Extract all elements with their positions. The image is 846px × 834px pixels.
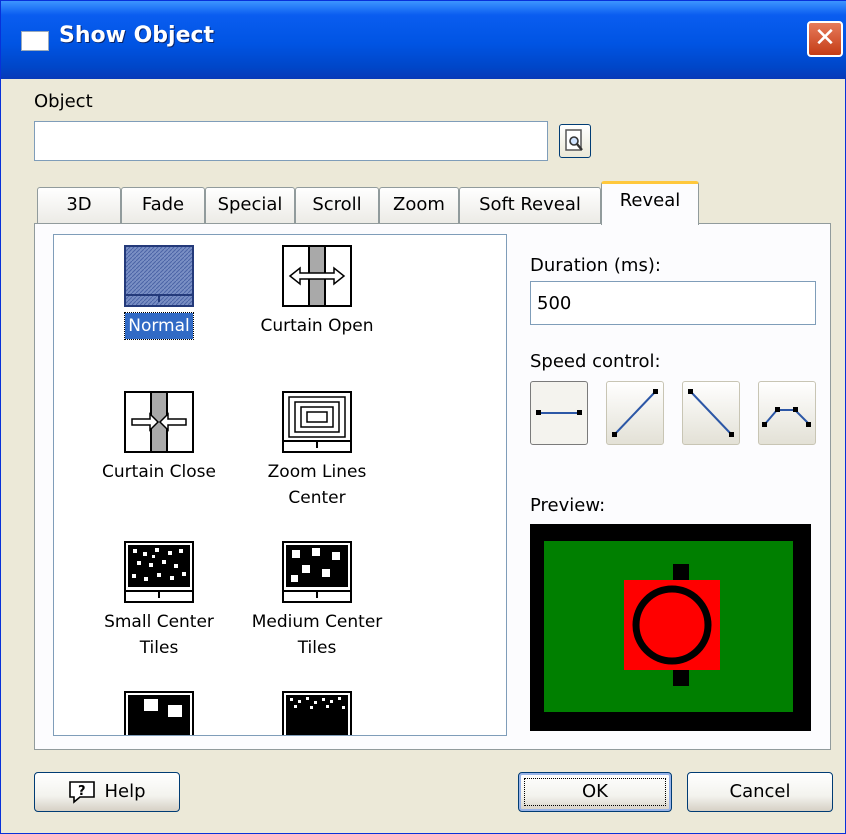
speed-decelerate-button[interactable] (682, 381, 740, 445)
large-tiles-icon (124, 691, 194, 735)
zoom-lines-center-icon (282, 391, 352, 453)
cancel-button-label: Cancel (729, 781, 791, 802)
help-button-label: Help (104, 781, 146, 802)
tab-label: Zoom (393, 194, 445, 215)
object-input[interactable] (34, 121, 548, 161)
window-icon (21, 31, 49, 51)
list-item-label: Zoom Lines Center (267, 462, 367, 508)
effects-list[interactable]: Normal Curtain Open Curtain Close Zoom L… (53, 234, 507, 736)
tab-label: Fade (141, 194, 185, 215)
list-item-label: Curtain Open (260, 316, 374, 336)
list-item-curtain-open[interactable]: Curtain Open (232, 245, 402, 339)
preview-stage (544, 541, 793, 712)
object-label: Object (34, 91, 93, 112)
preview-area (530, 524, 811, 731)
help-icon: ? (69, 781, 96, 804)
tab-3d[interactable]: 3D (37, 187, 121, 223)
list-item-zoom-lines-center[interactable]: Zoom Lines Center (232, 391, 402, 511)
speed-constant-button[interactable] (530, 381, 588, 445)
curtain-close-icon (124, 391, 194, 453)
browse-button[interactable] (559, 124, 591, 158)
list-item-normal[interactable]: Normal (74, 245, 244, 340)
tab-label: Scroll (312, 194, 362, 215)
tab-label: Special (217, 194, 283, 215)
window-title: Show Object (59, 23, 215, 48)
speed-decelerate-icon (688, 389, 734, 437)
tab-soft-reveal[interactable]: Soft Reveal (459, 187, 601, 223)
list-item-label: Small Center Tiles (104, 612, 214, 658)
ok-button[interactable]: OK (518, 772, 672, 812)
tab-reveal[interactable]: Reveal (601, 181, 699, 225)
focus-rect (524, 778, 666, 806)
tab-zoom[interactable]: Zoom (379, 187, 459, 223)
normal-icon (124, 245, 194, 307)
help-button[interactable]: ? Help (34, 772, 180, 812)
speed-ease-in-out-button[interactable] (758, 381, 816, 445)
tab-fade[interactable]: Fade (121, 187, 205, 223)
show-object-dialog: Show Object ✕ Object 3D Fade Special Scr… (0, 0, 846, 834)
list-item-dots[interactable] (232, 691, 402, 735)
preview-object-icon (624, 564, 720, 686)
list-item-small-center-tiles[interactable]: Small Center Tiles (74, 541, 244, 661)
speed-constant-icon (536, 410, 582, 415)
dots-icon (282, 691, 352, 735)
duration-label: Duration (ms): (530, 255, 661, 276)
medium-center-tiles-icon (282, 541, 352, 603)
cancel-button[interactable]: Cancel (687, 772, 833, 812)
list-item-curtain-close[interactable]: Curtain Close (74, 391, 244, 485)
list-item-label: Medium Center Tiles (251, 612, 383, 658)
tab-scroll[interactable]: Scroll (295, 187, 379, 223)
svg-text:?: ? (78, 784, 86, 799)
curtain-open-icon (282, 245, 352, 307)
browse-magnifier-icon (565, 129, 583, 151)
list-item-label: Curtain Close (102, 462, 216, 482)
tab-label: Soft Reveal (479, 194, 581, 215)
tab-special[interactable]: Special (205, 187, 295, 223)
speed-accelerate-icon (612, 389, 658, 437)
list-item-label: Normal (124, 312, 194, 340)
speed-control-label: Speed control: (530, 351, 661, 372)
close-button[interactable]: ✕ (807, 21, 843, 57)
list-item-large-tiles[interactable] (74, 691, 244, 735)
duration-input[interactable] (530, 281, 816, 325)
tab-label: 3D (66, 194, 92, 215)
list-item-medium-center-tiles[interactable]: Medium Center Tiles (232, 541, 402, 661)
tab-label: Reveal (619, 190, 681, 211)
speed-accelerate-button[interactable] (606, 381, 664, 445)
title-bar[interactable]: Show Object ✕ (1, 1, 846, 79)
small-center-tiles-icon (124, 541, 194, 603)
preview-label: Preview: (530, 495, 606, 516)
speed-ease-in-out-icon (762, 407, 811, 427)
